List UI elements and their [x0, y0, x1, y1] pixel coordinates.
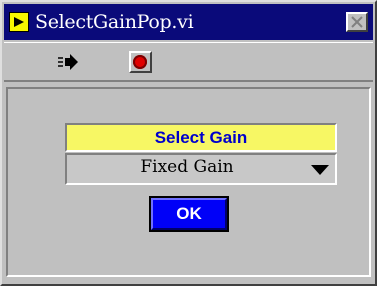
ok-button[interactable]: OK: [149, 196, 229, 232]
window-title: SelectGainPop.vi: [35, 11, 194, 33]
abort-stop-icon: [133, 55, 147, 69]
close-icon: [351, 16, 363, 28]
title-bar[interactable]: SelectGainPop.vi: [4, 4, 373, 40]
toolbar: [4, 42, 373, 82]
abort-stop-button[interactable]: [129, 51, 152, 73]
vi-window: SelectGainPop.vi Select Gain Fixed Gain …: [0, 0, 377, 286]
run-arrow-icon[interactable]: [57, 53, 79, 71]
labview-vi-icon: [9, 12, 29, 32]
ring-selected-value: Fixed Gain: [140, 157, 234, 177]
gain-ring-select[interactable]: Fixed Gain: [65, 153, 337, 185]
select-gain-label: Select Gain: [65, 123, 337, 152]
dropdown-arrow-icon[interactable]: [311, 165, 329, 176]
ok-button-label: OK: [151, 198, 227, 230]
close-button[interactable]: [346, 12, 368, 32]
